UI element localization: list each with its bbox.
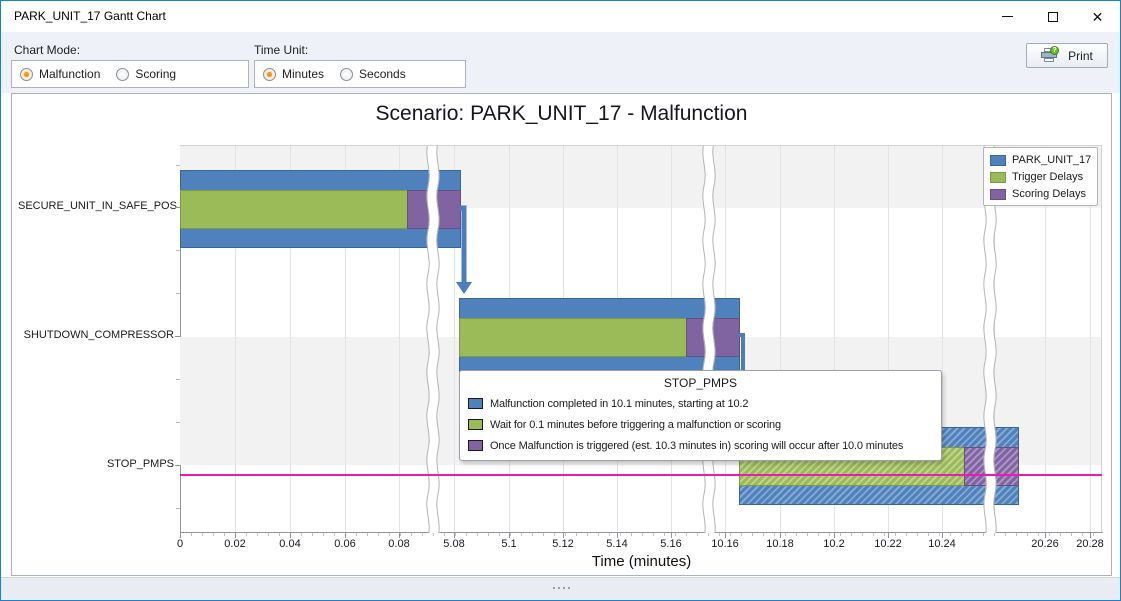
x-tick-label: 10.2 — [806, 538, 862, 550]
radio-malfunction[interactable]: Malfunction — [20, 67, 100, 81]
tooltip-item-text: Once Malfunction is triggered (est. 10.3… — [490, 440, 903, 452]
legend-label: PARK_UNIT_17 — [1012, 154, 1091, 166]
print-button-label: Print — [1068, 49, 1093, 63]
dependency-arrow-2 — [739, 335, 743, 372]
close-button[interactable]: ✕ — [1075, 1, 1120, 32]
radio-scoring-icon[interactable] — [116, 68, 129, 81]
radio-seconds[interactable]: Seconds — [340, 67, 406, 81]
print-button[interactable]: ? Print — [1026, 43, 1108, 68]
radio-scoring[interactable]: Scoring — [116, 67, 176, 81]
time-unit-group: Minutes Seconds — [254, 60, 466, 88]
tooltip-item: Once Malfunction is triggered (est. 10.3… — [468, 435, 933, 456]
x-tick-label: 0 — [152, 538, 208, 550]
app-window: PARK_UNIT_17 Gantt Chart ✕ Chart Mode: M… — [0, 0, 1121, 601]
plot-area: PARK_UNIT_17 Trigger Delays Scoring Dela… — [180, 145, 1102, 532]
dependency-arrow-1 — [456, 208, 472, 294]
close-icon: ✕ — [1092, 10, 1104, 24]
minimize-button[interactable] — [985, 1, 1030, 32]
x-tick-label: 5.16 — [643, 538, 699, 550]
legend-swatch-green — [990, 172, 1006, 183]
radio-malfunction-icon[interactable] — [20, 68, 33, 81]
legend-swatch-purple — [990, 189, 1006, 200]
printer-icon: ? — [1041, 48, 1059, 63]
time-unit-label: Time Unit: — [254, 43, 308, 57]
x-tick-label: 5.1 — [481, 538, 537, 550]
x-axis-title: Time (minutes) — [180, 553, 1103, 570]
tooltip-item: Malfunction completed in 10.1 minutes, s… — [468, 393, 933, 414]
x-tick-label: 20.28 — [1062, 538, 1118, 550]
reference-line — [180, 474, 1102, 476]
window-title: PARK_UNIT_17 Gantt Chart — [14, 9, 166, 23]
y-category-label: SHUTDOWN_COMPRESSOR — [18, 329, 174, 343]
printer-help-badge-icon: ? — [1050, 46, 1059, 55]
tooltip-item: Wait for 0.1 minutes before triggering a… — [468, 414, 933, 435]
legend-item: Trigger Delays — [990, 171, 1091, 183]
radio-seconds-icon[interactable] — [340, 68, 353, 81]
chart-mode-label: Chart Mode: — [14, 43, 80, 57]
legend-label: Trigger Delays — [1012, 171, 1083, 183]
radio-malfunction-label[interactable]: Malfunction — [39, 67, 100, 81]
x-tick-label: 0.06 — [317, 538, 373, 550]
chart-mode-group: Malfunction Scoring — [11, 60, 249, 88]
x-tick-label: 5.14 — [589, 538, 645, 550]
x-tick-label: 10.24 — [914, 538, 970, 550]
tooltip-title: STOP_PMPS — [468, 376, 933, 390]
minimize-icon — [1002, 16, 1013, 17]
chart-panel: Scenario: PARK_UNIT_17 - Malfunction SEC… — [11, 93, 1112, 576]
radio-minutes[interactable]: Minutes — [263, 67, 324, 81]
x-tick-label: 5.12 — [535, 538, 591, 550]
legend-item: Scoring Delays — [990, 188, 1091, 200]
maximize-icon — [1048, 12, 1058, 22]
splitter-grip-icon[interactable] — [553, 587, 570, 589]
tooltip-swatch-purple — [468, 440, 483, 451]
chart-title: Scenario: PARK_UNIT_17 - Malfunction — [12, 102, 1111, 126]
bottom-status-strip — [1, 577, 1120, 600]
x-tick-label: 0.08 — [371, 538, 427, 550]
legend: PARK_UNIT_17 Trigger Delays Scoring Dela… — [983, 147, 1098, 206]
x-axis-minor-ticks — [180, 533, 1103, 536]
x-tick-label: 10.16 — [697, 538, 753, 550]
tooltip: STOP_PMPS Malfunction completed in 10.1 … — [459, 370, 942, 461]
x-tick-label: 10.18 — [752, 538, 808, 550]
y-category-label: STOP_PMPS — [18, 458, 174, 472]
maximize-button[interactable] — [1030, 1, 1075, 32]
toolbar: Chart Mode: Malfunction Scoring Time Uni… — [1, 32, 1120, 93]
legend-item: PARK_UNIT_17 — [990, 154, 1091, 166]
y-category-label: SECURE_UNIT_IN_SAFE_POS — [18, 200, 174, 214]
x-tick-label: 0.02 — [207, 538, 263, 550]
x-tick-label: 0.04 — [262, 538, 318, 550]
window-titlebar[interactable]: PARK_UNIT_17 Gantt Chart ✕ — [1, 1, 1120, 32]
radio-scoring-label[interactable]: Scoring — [135, 67, 176, 81]
tooltip-item-text: Wait for 0.1 minutes before triggering a… — [490, 419, 781, 431]
tooltip-item-text: Malfunction completed in 10.1 minutes, s… — [490, 398, 748, 410]
x-tick-label: 10.22 — [860, 538, 916, 550]
legend-label: Scoring Delays — [1012, 188, 1086, 200]
radio-minutes-icon[interactable] — [263, 68, 276, 81]
radio-seconds-label[interactable]: Seconds — [359, 67, 406, 81]
tooltip-swatch-blue — [468, 398, 483, 409]
x-tick-label: 5.08 — [426, 538, 482, 550]
legend-swatch-blue — [990, 155, 1006, 166]
radio-minutes-label[interactable]: Minutes — [282, 67, 324, 81]
tooltip-swatch-green — [468, 419, 483, 430]
